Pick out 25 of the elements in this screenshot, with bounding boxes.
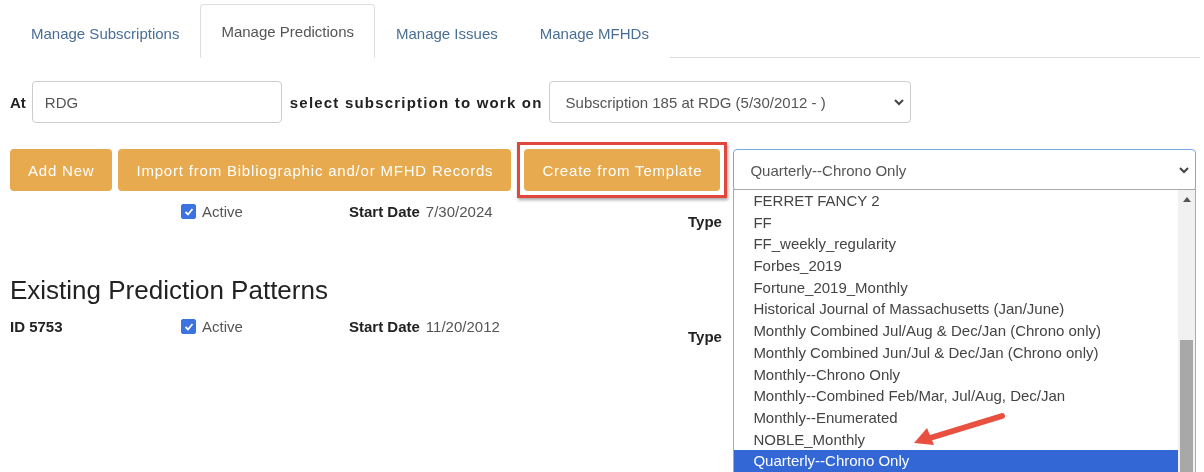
template-select[interactable]: Quarterly--Chrono Only xyxy=(733,149,1197,191)
start-date-label: Start Date xyxy=(349,318,420,335)
scrollbar[interactable] xyxy=(1178,190,1196,472)
scroll-up-icon[interactable] xyxy=(1182,197,1191,202)
type-label: Type xyxy=(688,328,722,345)
type-label: Type xyxy=(688,213,722,230)
location-label: At xyxy=(10,93,26,111)
subscription-select[interactable]: Subscription 185 at RDG (5/30/2012 - ) xyxy=(548,81,911,123)
start-date-label: Start Date xyxy=(349,203,420,220)
start-date-value: 7/30/2024 xyxy=(425,203,493,220)
active-checkbox[interactable] xyxy=(181,319,196,334)
active-label: Active xyxy=(202,203,243,220)
location-field[interactable]: RDG xyxy=(31,81,282,123)
checkmark-icon xyxy=(183,321,194,332)
pattern-id: ID 5753 xyxy=(10,318,63,335)
checkmark-icon xyxy=(183,206,194,217)
active-checkbox[interactable] xyxy=(181,204,196,219)
tab[interactable]: Manage Predictions xyxy=(200,4,375,58)
chevron-down-icon xyxy=(893,98,904,106)
section-heading: Existing Prediction Patterns xyxy=(10,275,328,306)
active-label: Active xyxy=(202,318,243,335)
start-date-value: 11/20/2012 xyxy=(425,318,500,335)
subscription-label: select subscription to work on xyxy=(289,93,543,111)
chevron-down-icon xyxy=(1179,166,1190,174)
dropdown-option[interactable]: Quarterly--Chrono Only xyxy=(734,450,1179,472)
